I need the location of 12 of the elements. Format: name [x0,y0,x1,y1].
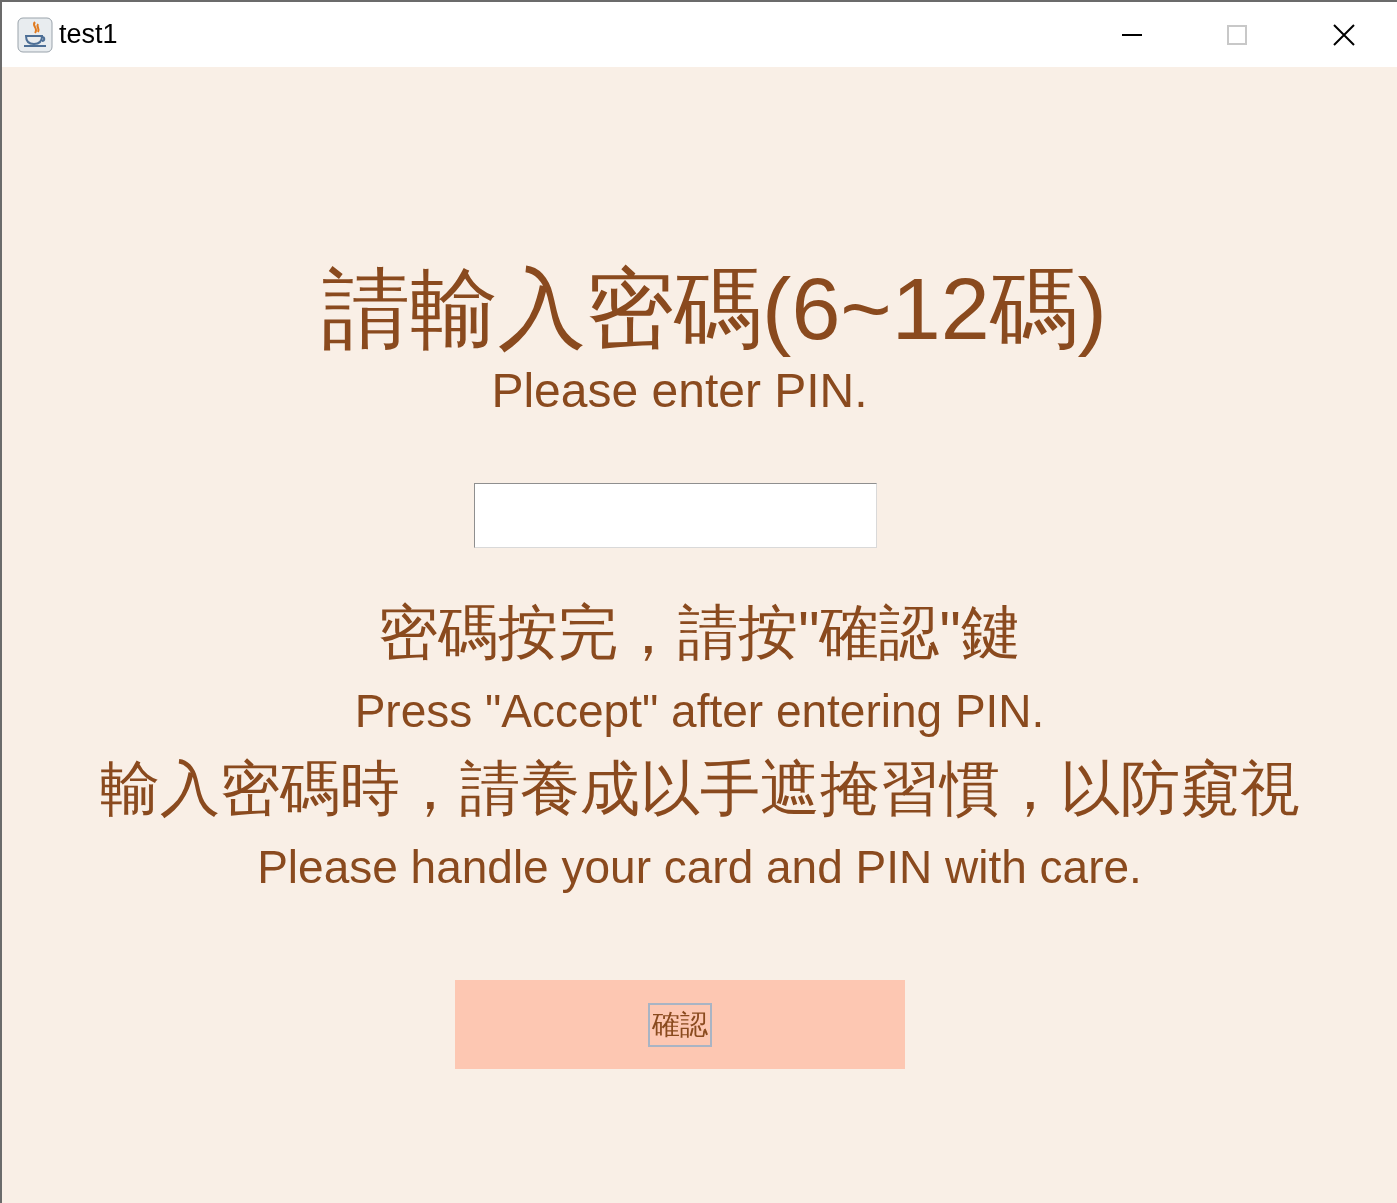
instruction-text: Please handle your card and PIN with care. [257,840,1142,895]
pin-input-field[interactable] [474,483,877,548]
heading: 請輸入密碼(6~12碼) [322,258,1107,360]
confirm-button[interactable]: 確認 [454,980,905,1069]
close-icon[interactable] [1333,23,1355,46]
instruction-text: 密碼按完，請按"確認"鍵 [378,598,1021,668]
coffee-cup-icon [17,16,53,53]
minimize-icon[interactable] [1122,32,1142,37]
window-title: test1 [59,18,118,52]
instruction-text: Press "Accept" after entering PIN. [354,684,1045,739]
subheading: Please enter PIN. [491,363,868,419]
instruction-text: 輸入密碼時，請養成以手遮掩習慣，以防窺視 [99,754,1300,824]
